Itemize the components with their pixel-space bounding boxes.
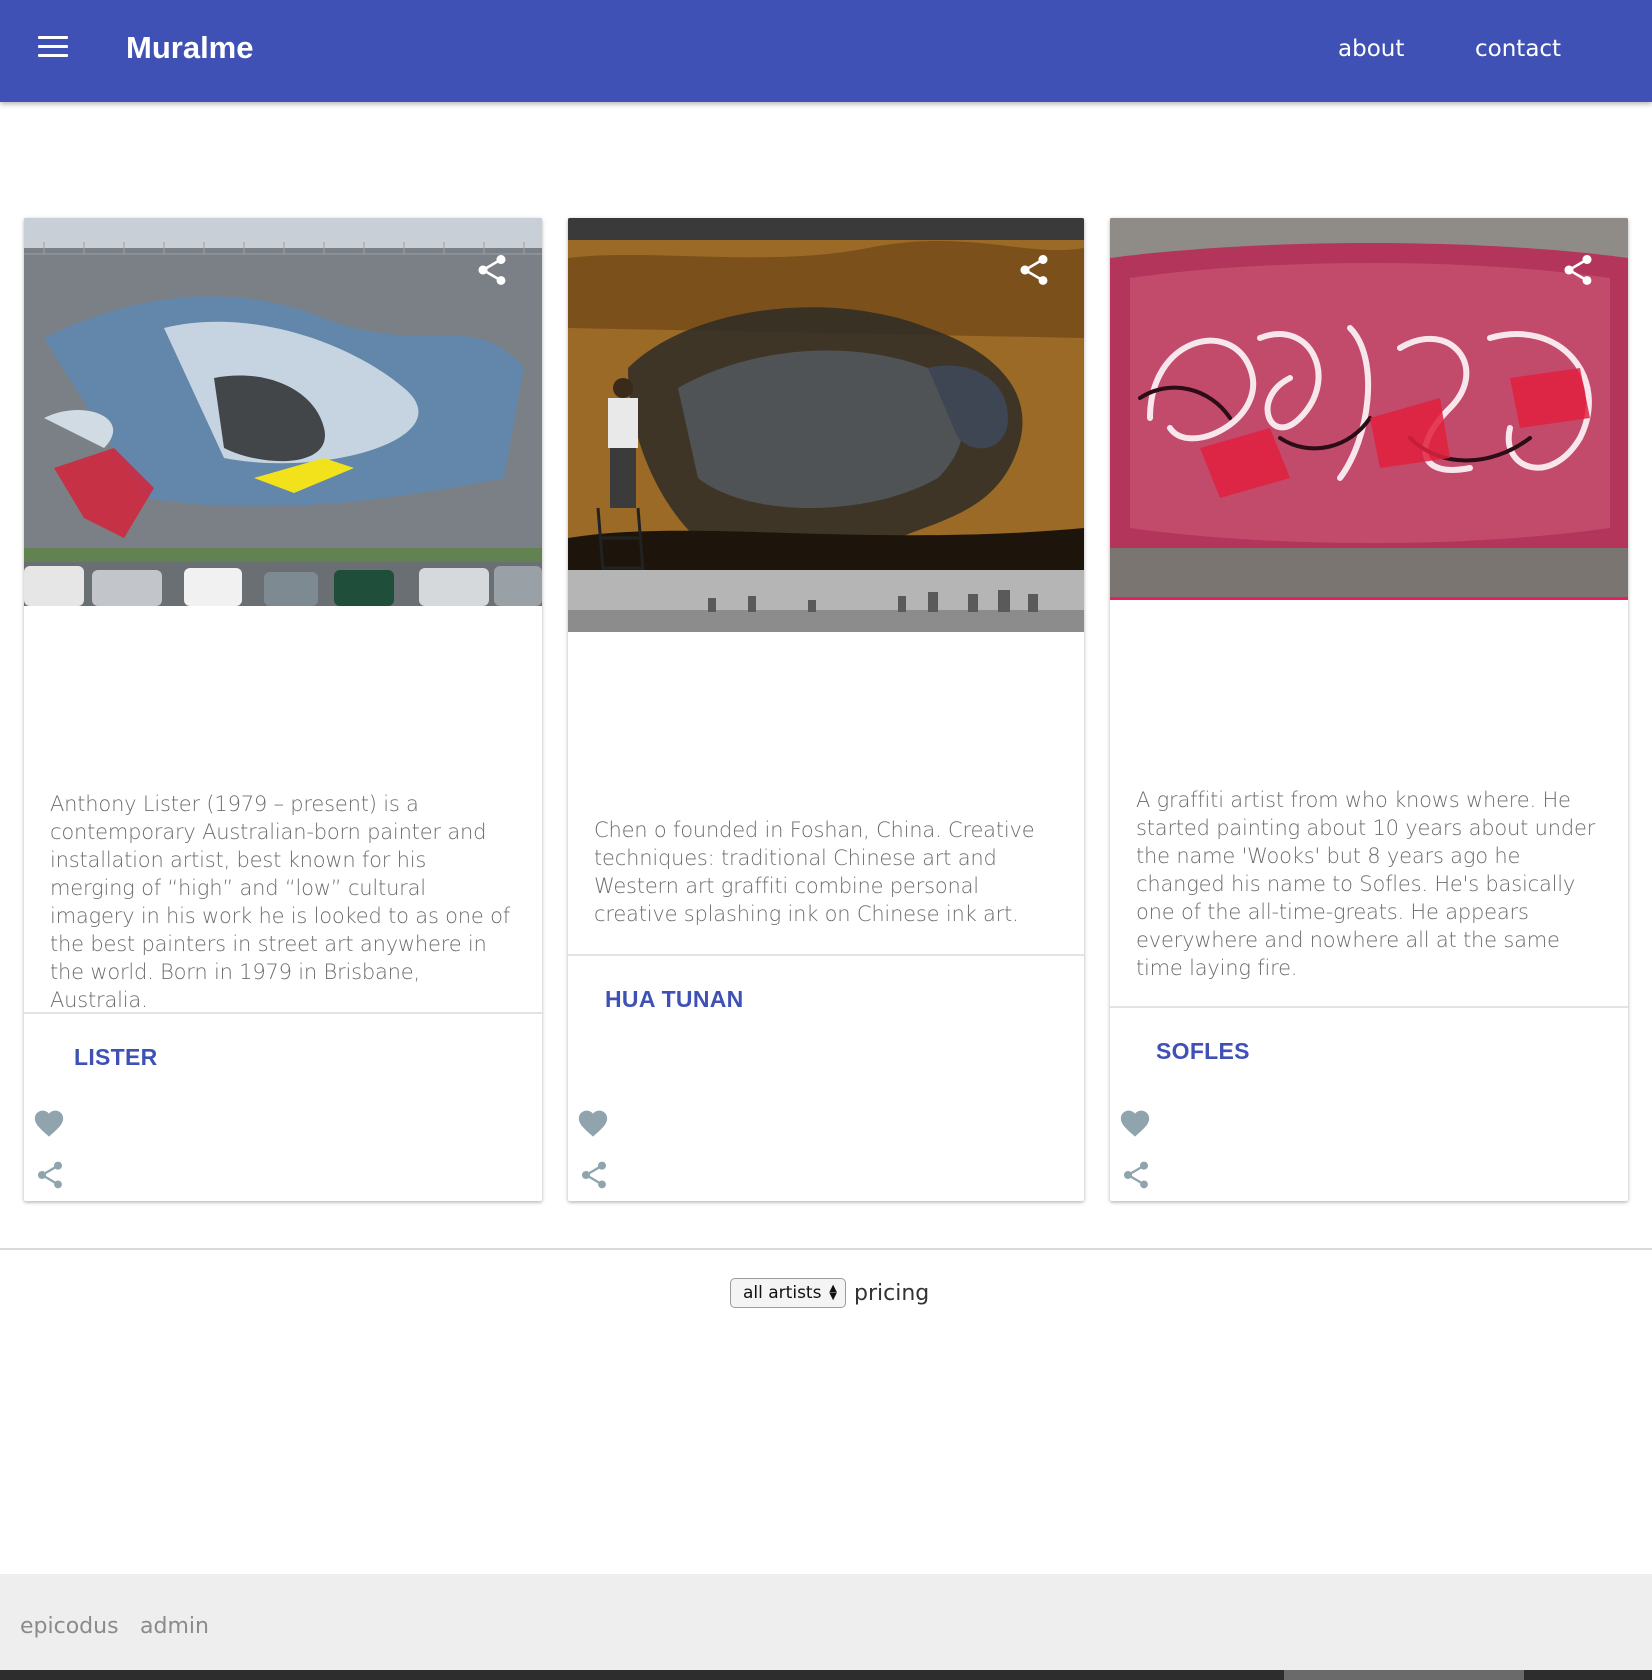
app-title: Muralme xyxy=(126,30,254,65)
section-divider xyxy=(0,1248,1652,1250)
artist-card-hua-tunan: Chen o founded in Foshan, China. Creativ… xyxy=(568,218,1084,1201)
footer-link-epicodus[interactable]: epicodus xyxy=(20,1614,119,1639)
artist-description: Chen o founded in Foshan, China. Creativ… xyxy=(594,818,1035,926)
scrollbar-thumb[interactable] xyxy=(1284,1670,1524,1680)
bottom-scrollbar[interactable] xyxy=(0,1670,1652,1680)
footer: epicodus admin xyxy=(0,1574,1652,1670)
mural-image xyxy=(1110,218,1628,600)
mural-image xyxy=(24,218,542,606)
share-icon[interactable] xyxy=(34,1158,66,1192)
artist-card-lister: Anthony Lister (1979 – present) is a con… xyxy=(24,218,542,1201)
pricing-label: pricing xyxy=(854,1280,930,1306)
nav-link-contact[interactable]: contact xyxy=(1475,36,1561,62)
artist-description: Anthony Lister (1979 – present) is a con… xyxy=(50,792,510,1012)
share-icon[interactable] xyxy=(578,1158,610,1192)
artist-select[interactable]: all artists ▲ ▼ xyxy=(730,1278,846,1308)
share-icon[interactable] xyxy=(1120,1158,1152,1192)
card-divider xyxy=(1110,1006,1628,1008)
artist-filter: all artists ▲ ▼ pricing xyxy=(730,1278,929,1308)
share-icon[interactable] xyxy=(474,252,510,288)
card-divider xyxy=(568,954,1084,956)
footer-link-admin[interactable]: admin xyxy=(140,1614,209,1639)
artist-card-sofles: A graffiti artist from who knows where. … xyxy=(1110,218,1628,1201)
artist-select-value: all artists xyxy=(743,1283,822,1303)
artist-name-button[interactable]: LISTER xyxy=(74,1044,158,1071)
artist-description: A graffiti artist from who knows where. … xyxy=(1136,788,1596,980)
mural-image xyxy=(568,218,1084,632)
artist-name-button[interactable]: HUA TUNAN xyxy=(605,986,744,1013)
artist-name-button[interactable]: SOFLES xyxy=(1156,1038,1250,1065)
card-divider xyxy=(24,1012,542,1014)
heart-icon[interactable] xyxy=(1118,1106,1152,1138)
select-arrows-icon: ▲ ▼ xyxy=(829,1283,837,1302)
mural-image-graphic xyxy=(1110,218,1628,597)
heart-icon[interactable] xyxy=(576,1106,610,1138)
mural-image-graphic xyxy=(568,218,1084,632)
heart-icon[interactable] xyxy=(32,1106,66,1138)
mural-image-graphic xyxy=(24,218,542,606)
app-toolbar: Muralme about contact xyxy=(0,0,1652,102)
nav-link-about[interactable]: about xyxy=(1338,36,1404,62)
menu-icon[interactable] xyxy=(38,36,72,66)
share-icon[interactable] xyxy=(1560,252,1596,288)
share-icon[interactable] xyxy=(1016,252,1052,288)
